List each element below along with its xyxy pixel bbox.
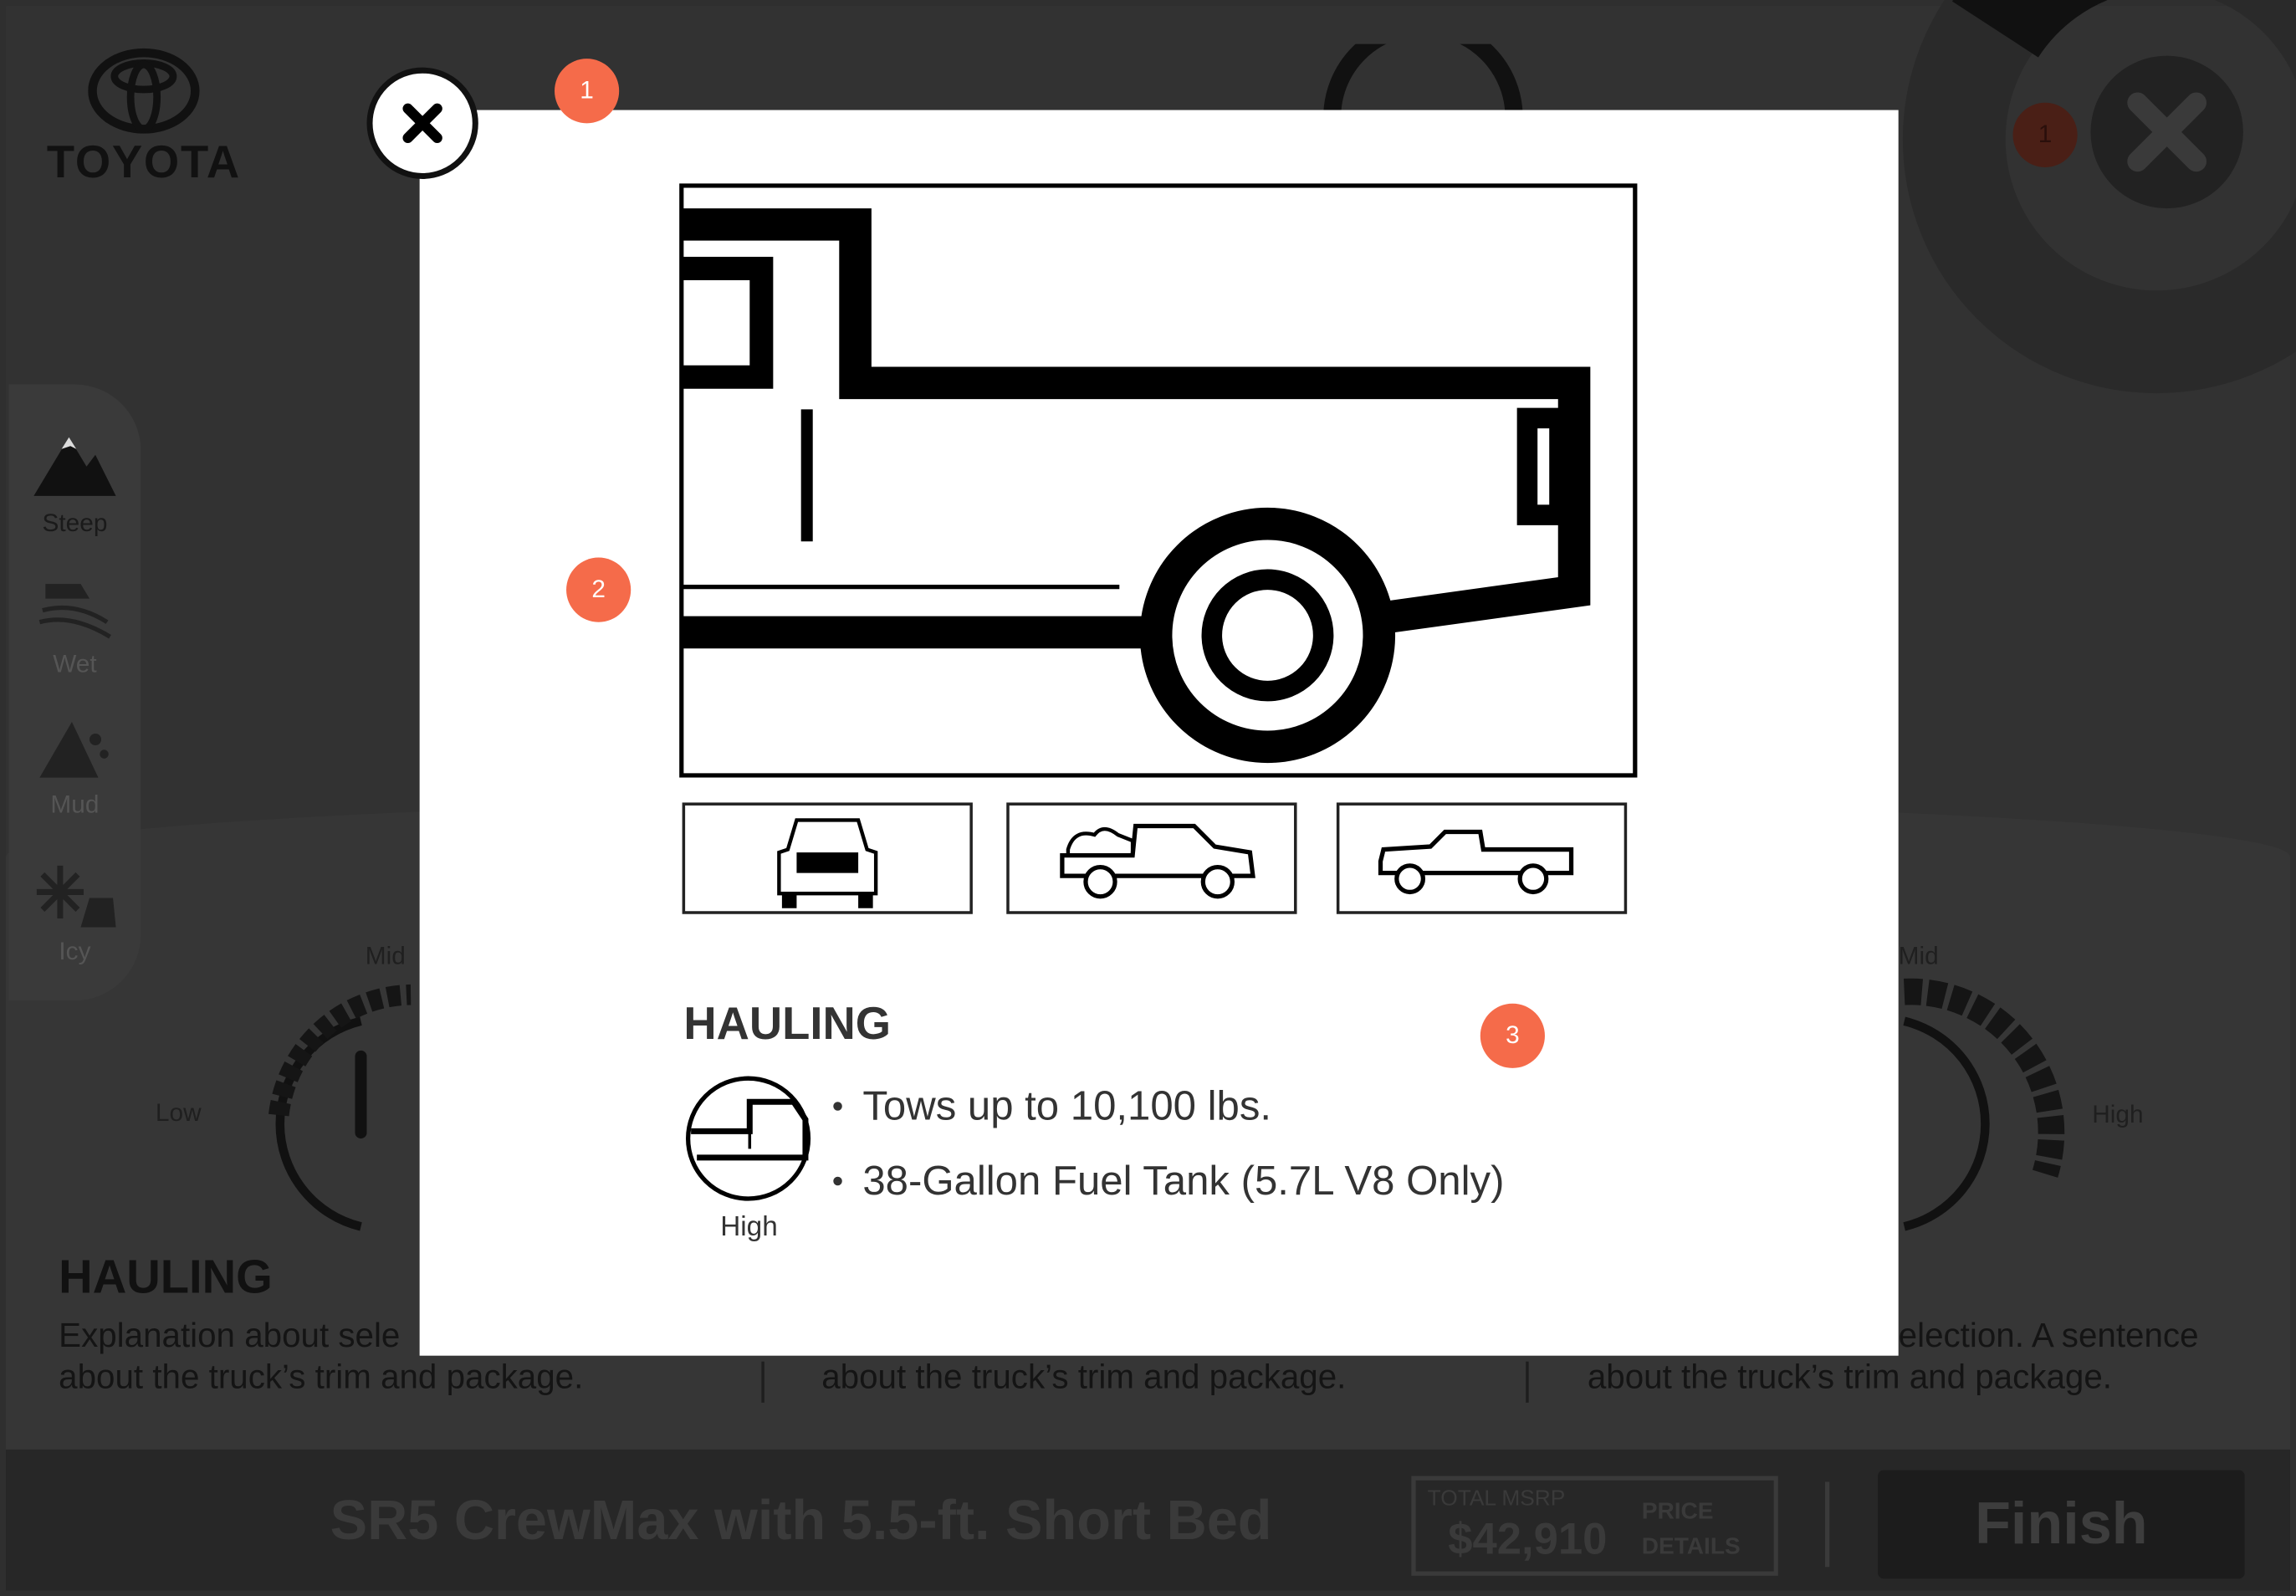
feature-text: 38-Gallon Fuel Tank (5.7L V8 Only) xyxy=(862,1157,1505,1204)
dimmed-close-button xyxy=(2090,55,2243,209)
sidebar-item-mud[interactable]: Mud xyxy=(9,716,141,821)
bottom-bar-divider xyxy=(1824,1481,1830,1568)
bullet-dot xyxy=(833,1101,842,1111)
bullet-dot xyxy=(833,1176,842,1185)
modal-close-button[interactable] xyxy=(366,67,478,179)
close-icon xyxy=(2127,92,2207,172)
background-col1-line2: about the truck’s trim and package. xyxy=(59,1357,584,1396)
feature-text: Tows up to 10,100 lbs. xyxy=(862,1082,1272,1128)
price-details-line2: DETAILS xyxy=(1641,1534,1741,1560)
msrp-label: TOTAL MSRP xyxy=(1427,1486,1566,1512)
right-dial-high-label: High xyxy=(2092,1100,2144,1128)
modal-heading: HAULING xyxy=(683,997,892,1050)
sidebar-item-steep[interactable]: Steep xyxy=(9,428,141,539)
feature-bullet-1: Tows up to 10,100 lbs. xyxy=(833,1082,1271,1129)
background-col2-line2: about the truck’s trim and package. xyxy=(821,1357,1347,1396)
feature-bullet-2: 38-Gallon Fuel Tank (5.7L V8 Only) xyxy=(833,1158,1504,1205)
left-dial-mid-label: Mid xyxy=(365,942,406,970)
right-dial[interactable] xyxy=(1899,969,2089,1247)
background-col3-line1: election. A sentence xyxy=(1898,1316,2199,1354)
thumbnail-truck-front[interactable] xyxy=(682,802,973,914)
mud-icon xyxy=(39,721,109,778)
left-dial-low-label: Low xyxy=(155,1098,202,1128)
right-dial-mid-label: Mid xyxy=(1898,942,1939,970)
truck-side-illustration xyxy=(679,183,1638,778)
truck-front-icon xyxy=(777,818,878,908)
sidebar-item-label: Steep xyxy=(42,509,108,537)
background-section-heading: HAULING xyxy=(59,1250,273,1303)
price-details-label: PRICE DETAILS xyxy=(1642,1495,1741,1565)
dimmed-center-dial xyxy=(1323,43,1523,118)
terrain-sidebar: Steep Wet Mud Icy xyxy=(8,384,141,1001)
column-divider xyxy=(1526,1361,1529,1403)
price-details-button[interactable]: TOTAL MSRP $42,910 PRICE DETAILS xyxy=(1411,1476,1778,1576)
toyota-emblem-icon xyxy=(88,48,200,134)
left-dial[interactable] xyxy=(220,969,426,1247)
thumbnail-truck-side[interactable] xyxy=(1336,802,1628,914)
sidebar-item-label: Mud xyxy=(50,790,100,819)
hauling-level-badge-icon xyxy=(685,1076,811,1201)
truck-hauling-icon xyxy=(1060,823,1255,899)
hauling-level-label: High xyxy=(720,1211,778,1243)
sidebar-item-label: Icy xyxy=(59,937,91,966)
hotspot-3[interactable]: 3 xyxy=(1480,1003,1545,1068)
thumbnail-truck-hauling[interactable] xyxy=(1006,802,1297,914)
mountain-icon xyxy=(33,437,116,496)
brand-name: TOYOTA xyxy=(46,136,241,188)
hotspot-1[interactable]: 1 xyxy=(555,59,620,124)
trim-name: SR5 CrewMax with 5.5-ft. Short Bed xyxy=(330,1491,1272,1553)
app-stage: 1 TOYOTA Steep Wet Mud Icy Low Mid Mid H… xyxy=(0,0,2296,1596)
wet-road-icon xyxy=(38,584,111,639)
price-details-line1: PRICE xyxy=(1641,1499,1714,1525)
background-col3-line2: about the truck’s trim and package. xyxy=(1587,1357,2112,1396)
background-hotspot-badge: 1 xyxy=(2012,102,2078,167)
hotspot-2[interactable]: 2 xyxy=(566,557,632,622)
column-divider xyxy=(761,1361,764,1403)
truck-side-icon xyxy=(1378,829,1574,895)
close-icon xyxy=(402,103,442,144)
sidebar-item-label: Wet xyxy=(53,650,97,678)
sidebar-item-icy[interactable]: Icy xyxy=(9,862,141,967)
background-col1-line1: Explanation about sele xyxy=(59,1316,401,1354)
sidebar-item-wet[interactable]: Wet xyxy=(9,575,141,680)
toyota-logo: TOYOTA xyxy=(41,44,247,190)
snowflake-icon xyxy=(36,865,116,928)
finish-button[interactable]: Finish xyxy=(1878,1470,2245,1579)
msrp-value: $42,910 xyxy=(1448,1515,1608,1564)
